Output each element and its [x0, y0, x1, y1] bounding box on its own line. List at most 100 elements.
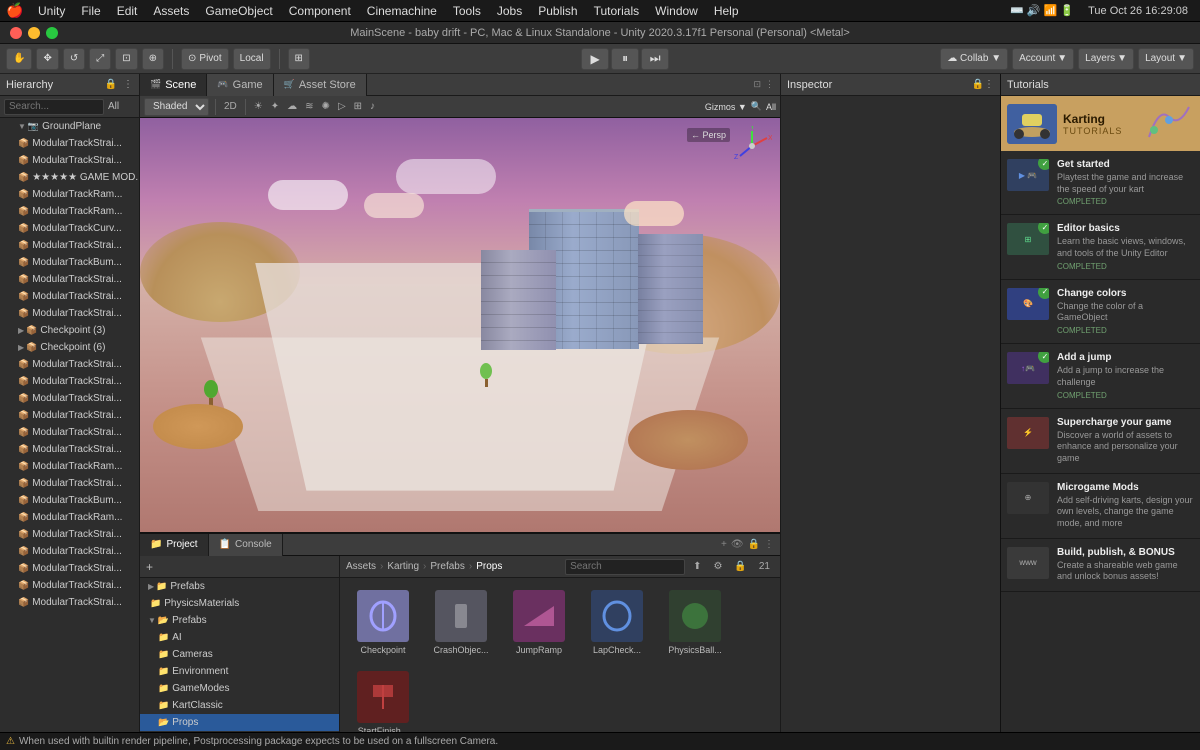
- lighting-icon[interactable]: ☀: [252, 101, 265, 112]
- traffic-lights[interactable]: [10, 27, 58, 39]
- particles-icon[interactable]: ✺: [320, 101, 332, 112]
- 2d-btn[interactable]: 2D: [222, 101, 239, 112]
- transform-rect-btn[interactable]: ⊡: [115, 48, 137, 70]
- lock-icon-2[interactable]: 🔒: [730, 561, 750, 572]
- pause-button[interactable]: ⏸: [611, 48, 639, 70]
- hierarchy-item[interactable]: 📦 ModularTrackStrai...: [0, 135, 139, 152]
- file-lapcheck[interactable]: LapCheck...: [582, 586, 652, 659]
- menubar-gameobject[interactable]: GameObject: [197, 0, 280, 21]
- gizmos-btn[interactable]: Gizmos ▼: [705, 102, 747, 112]
- transform-move-btn[interactable]: ✥: [36, 48, 58, 70]
- project-search[interactable]: [565, 559, 685, 575]
- menubar-edit[interactable]: Edit: [109, 0, 146, 21]
- hierarchy-item[interactable]: 📦 ModularTrackRam...: [0, 203, 139, 220]
- transform-rotate-btn[interactable]: ↺: [63, 48, 85, 70]
- hierarchy-item[interactable]: 📦 ModularTrackStrai...: [0, 288, 139, 305]
- hierarchy-item[interactable]: 📦 ModularTrackStrai...: [0, 594, 139, 611]
- hierarchy-item[interactable]: 📦 ModularTrackStrai...: [0, 577, 139, 594]
- tab-game[interactable]: 🎮 Game: [207, 74, 273, 96]
- plus-icon[interactable]: +: [721, 539, 727, 550]
- settings-icon[interactable]: ⚙: [709, 561, 726, 572]
- shading-mode-select[interactable]: Shaded: [144, 98, 209, 116]
- menubar-assets[interactable]: Assets: [145, 0, 197, 21]
- file-checkpoint[interactable]: Checkpoint: [348, 586, 418, 659]
- skybox-icon[interactable]: ☁: [285, 101, 299, 112]
- inspector-lock[interactable]: 🔒: [972, 79, 984, 90]
- upload-icon[interactable]: ⬆: [689, 561, 705, 572]
- tree-item-props[interactable]: 📂 Props: [140, 714, 339, 731]
- tutorial-change-colors[interactable]: 🎨 ✓ Change colors Change the color of a …: [1001, 280, 1200, 344]
- hierarchy-search[interactable]: [4, 99, 104, 115]
- menubar-cinemachine[interactable]: Cinemachine: [359, 0, 445, 21]
- hierarchy-item[interactable]: 📦 ModularTrackStrai...: [0, 373, 139, 390]
- tutorial-build-publish[interactable]: www Build, publish, & BONUS Create a sha…: [1001, 539, 1200, 592]
- scene-viewport[interactable]: X Y Z ← Persp: [140, 118, 780, 532]
- tree-item[interactable]: 📁 PhysicsMaterials: [140, 595, 339, 612]
- hierarchy-item[interactable]: 📦 ModularTrackStrai...: [0, 441, 139, 458]
- menubar-unity[interactable]: Unity: [30, 0, 73, 21]
- hierarchy-lock-icon[interactable]: 🔒: [105, 79, 117, 90]
- hierarchy-item[interactable]: 📦 ModularTrackRam...: [0, 509, 139, 526]
- hierarchy-item[interactable]: 📦 ModularTrackStrai...: [0, 152, 139, 169]
- tree-item[interactable]: 📁 AI: [140, 629, 339, 646]
- audio-icon[interactable]: ♪: [368, 101, 377, 112]
- navmesh-icon[interactable]: ⊞: [352, 101, 364, 112]
- hierarchy-item[interactable]: 📦 ModularTrackStrai...: [0, 475, 139, 492]
- close-button[interactable]: [10, 27, 22, 39]
- breadcrumb-assets[interactable]: Assets: [346, 561, 376, 572]
- transform-hand-btn[interactable]: ✋: [6, 48, 32, 70]
- file-startfinish[interactable]: StartFinish...: [348, 667, 418, 732]
- transform-combo-btn[interactable]: ⊕: [142, 48, 164, 70]
- breadcrumb-karting[interactable]: Karting: [387, 561, 419, 572]
- breadcrumb-prefabs[interactable]: Prefabs: [430, 561, 464, 572]
- hierarchy-all[interactable]: All: [108, 101, 119, 112]
- tutorial-supercharge[interactable]: ⚡ Supercharge your game Discover a world…: [1001, 409, 1200, 474]
- tutorial-get-started[interactable]: ▶ 🎮 ✓ Get started Playtest the game and …: [1001, 151, 1200, 215]
- hierarchy-item[interactable]: 📦 ModularTrackStrai...: [0, 526, 139, 543]
- minimize-button[interactable]: [28, 27, 40, 39]
- scene-search-btn[interactable]: 🔍: [751, 101, 762, 112]
- hierarchy-item[interactable]: 📦 ModularTrackBum...: [0, 254, 139, 271]
- layers-btn[interactable]: Layers ▼: [1078, 48, 1134, 70]
- step-button[interactable]: ⏭: [641, 48, 669, 70]
- tutorial-add-jump[interactable]: ↑🎮 ✓ Add a jump Add a jump to increase t…: [1001, 344, 1200, 408]
- hierarchy-item[interactable]: 📦 ModularTrackBum...: [0, 492, 139, 509]
- play-button[interactable]: ▶: [581, 48, 609, 70]
- menubar-window[interactable]: Window: [647, 0, 706, 21]
- tutorial-editor-basics[interactable]: ⊞ ✓ Editor basics Learn the basic views,…: [1001, 215, 1200, 279]
- inspector-menu[interactable]: ⋮: [984, 79, 994, 90]
- transform-scale-btn[interactable]: ⤢: [89, 48, 111, 70]
- hierarchy-item[interactable]: 📦 ModularTrackStrai...: [0, 407, 139, 424]
- tree-item[interactable]: 📁 Environment: [140, 663, 339, 680]
- tree-item[interactable]: ▼ 📂 Prefabs: [140, 612, 339, 629]
- fx-icon[interactable]: ✦: [269, 101, 281, 112]
- hierarchy-item[interactable]: 📦 ModularTrackRam...: [0, 186, 139, 203]
- hierarchy-item[interactable]: ▼ 📷 GroundPlane: [0, 118, 139, 135]
- tutorials-karting-banner[interactable]: Karting TUTORIALS: [1001, 96, 1200, 151]
- maximize-button[interactable]: [46, 27, 58, 39]
- menubar-help[interactable]: Help: [706, 0, 747, 21]
- project-add-btn[interactable]: +: [140, 556, 339, 578]
- pivot-btn[interactable]: ⊙ Pivot: [181, 48, 229, 70]
- hierarchy-item[interactable]: 📦 ★★★★★ GAME MOD...: [0, 169, 139, 186]
- menubar-tutorials[interactable]: Tutorials: [586, 0, 648, 21]
- file-jumpramp[interactable]: JumpRamp: [504, 586, 574, 659]
- tab-project[interactable]: 📁 Project: [140, 534, 209, 556]
- tree-item[interactable]: 📁 KartClassic: [140, 697, 339, 714]
- account-btn[interactable]: Account ▼: [1012, 48, 1074, 70]
- file-physicsball[interactable]: PhysicsBall...: [660, 586, 730, 659]
- collab-btn[interactable]: ☁ Collab ▼: [940, 48, 1008, 70]
- tree-item[interactable]: 📁 GameModes: [140, 680, 339, 697]
- hierarchy-item[interactable]: 📦 ModularTrackStrai...: [0, 356, 139, 373]
- tree-item[interactable]: 📁 Cameras: [140, 646, 339, 663]
- menubar-publish[interactable]: Publish: [530, 0, 585, 21]
- tree-item[interactable]: 📁 Setup: [140, 731, 339, 732]
- menubar-jobs[interactable]: Jobs: [489, 0, 530, 21]
- apple-menu[interactable]: 🍎: [0, 2, 30, 19]
- hierarchy-item[interactable]: 📦 ModularTrackStrai...: [0, 237, 139, 254]
- hierarchy-item[interactable]: 📦 ModularTrackCurv...: [0, 220, 139, 237]
- layout-btn[interactable]: Layout ▼: [1138, 48, 1194, 70]
- snap-btn[interactable]: ⊞: [288, 48, 310, 70]
- hierarchy-item[interactable]: 📦 ModularTrackStrai...: [0, 390, 139, 407]
- menubar-file[interactable]: File: [73, 0, 108, 21]
